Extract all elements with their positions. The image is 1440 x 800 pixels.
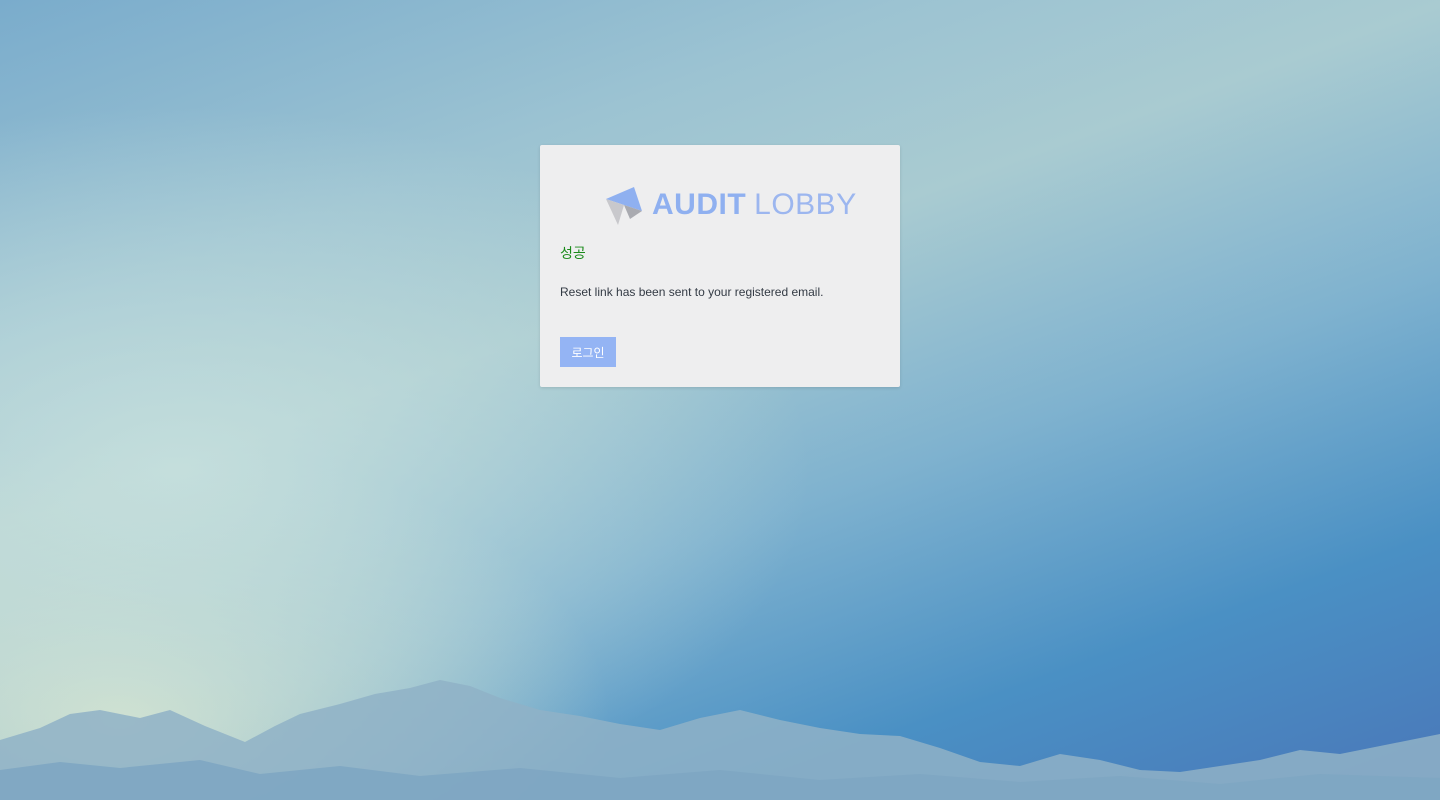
login-button[interactable]: 로그인 <box>560 337 616 367</box>
audit-lobby-logo: AUDIT LOBBY <box>604 185 857 225</box>
background-sky <box>0 0 1440 800</box>
logo-word-lobby: LOBBY <box>754 188 857 221</box>
status-message: Reset link has been sent to your registe… <box>560 285 824 299</box>
status-title: 성공 <box>560 246 586 262</box>
logo-wordmark: AUDIT LOBBY <box>652 185 857 225</box>
audit-lobby-logo-mark-icon <box>606 187 642 225</box>
mountain-silhouette <box>0 680 1440 800</box>
reset-success-dialog: AUDIT LOBBY 성공 Reset link has been sent t… <box>540 145 900 387</box>
logo-word-audit: AUDIT <box>652 188 747 221</box>
